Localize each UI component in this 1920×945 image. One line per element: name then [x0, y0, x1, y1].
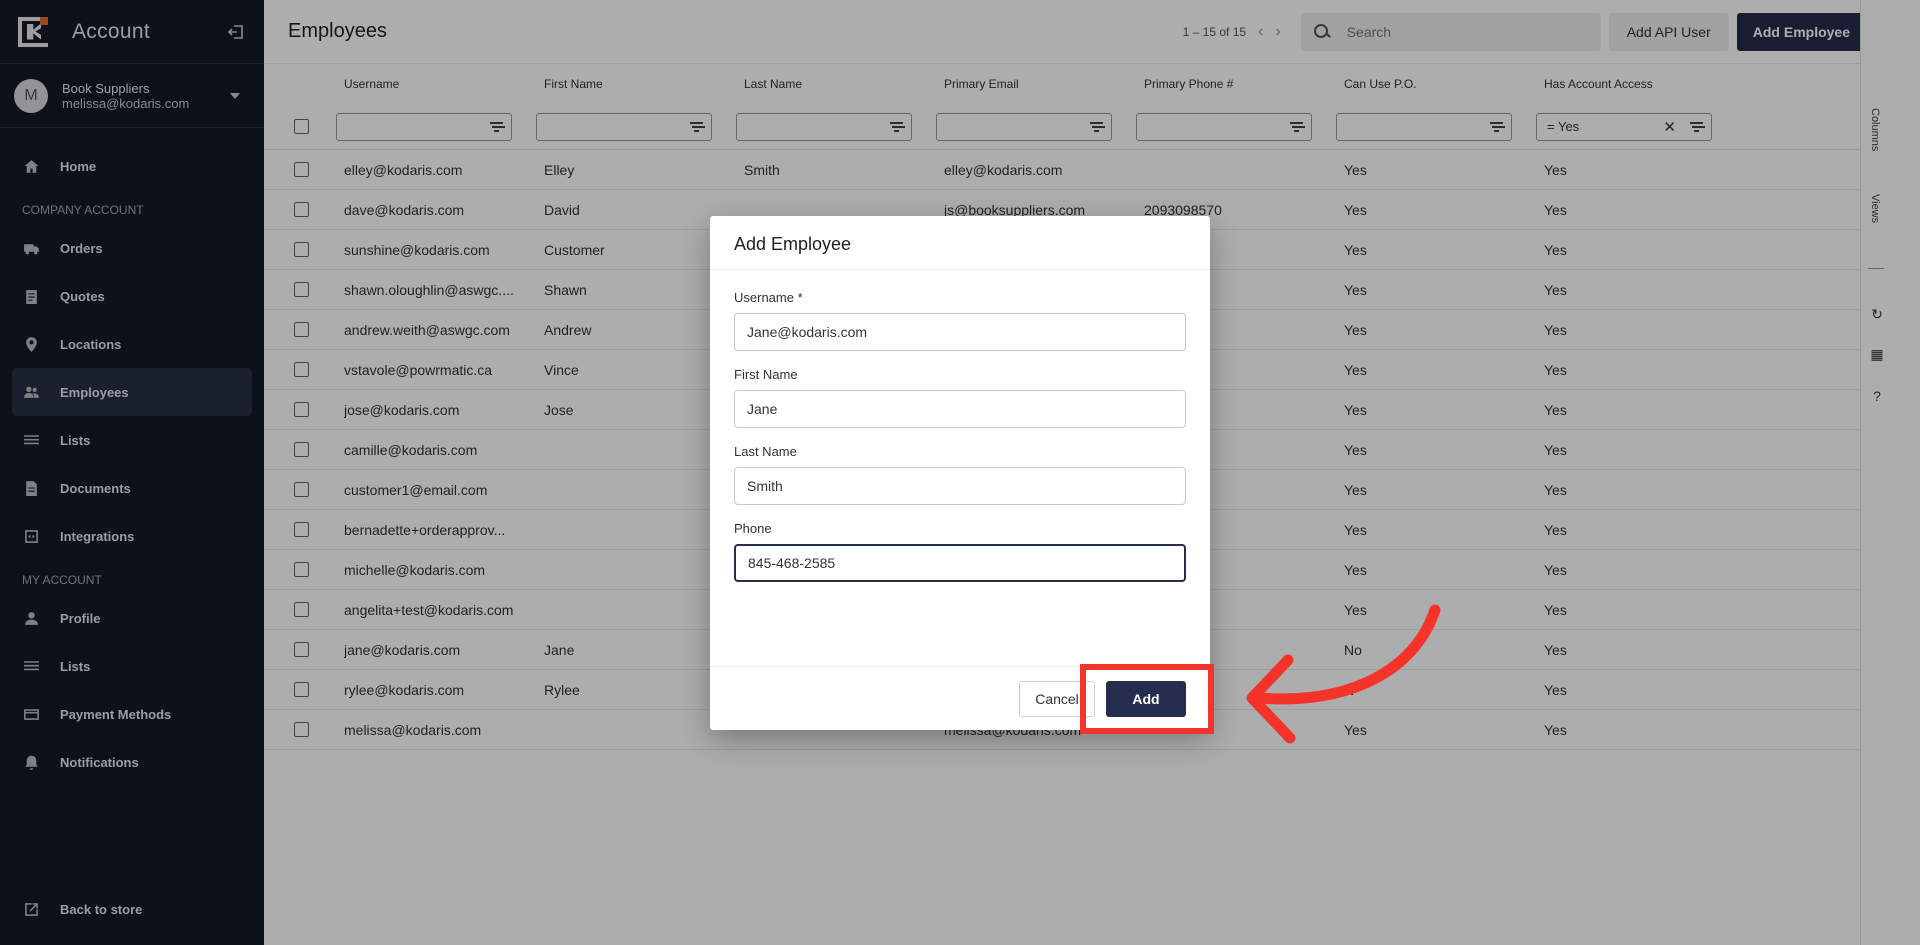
username-field[interactable]: [734, 313, 1186, 351]
add-employee-dialog: Add Employee Username * First Name Last …: [710, 216, 1210, 730]
annotation-highlight-box: [1080, 664, 1214, 734]
last-name-field[interactable]: [734, 467, 1186, 505]
phone-label: Phone: [734, 521, 772, 536]
first-name-label: First Name: [734, 367, 798, 382]
username-label: Username *: [734, 290, 803, 305]
annotation-arrow-icon: [1246, 604, 1441, 744]
last-name-label: Last Name: [734, 444, 797, 459]
first-name-field[interactable]: [734, 390, 1186, 428]
phone-field[interactable]: [734, 544, 1186, 582]
dialog-title: Add Employee: [710, 216, 1210, 270]
